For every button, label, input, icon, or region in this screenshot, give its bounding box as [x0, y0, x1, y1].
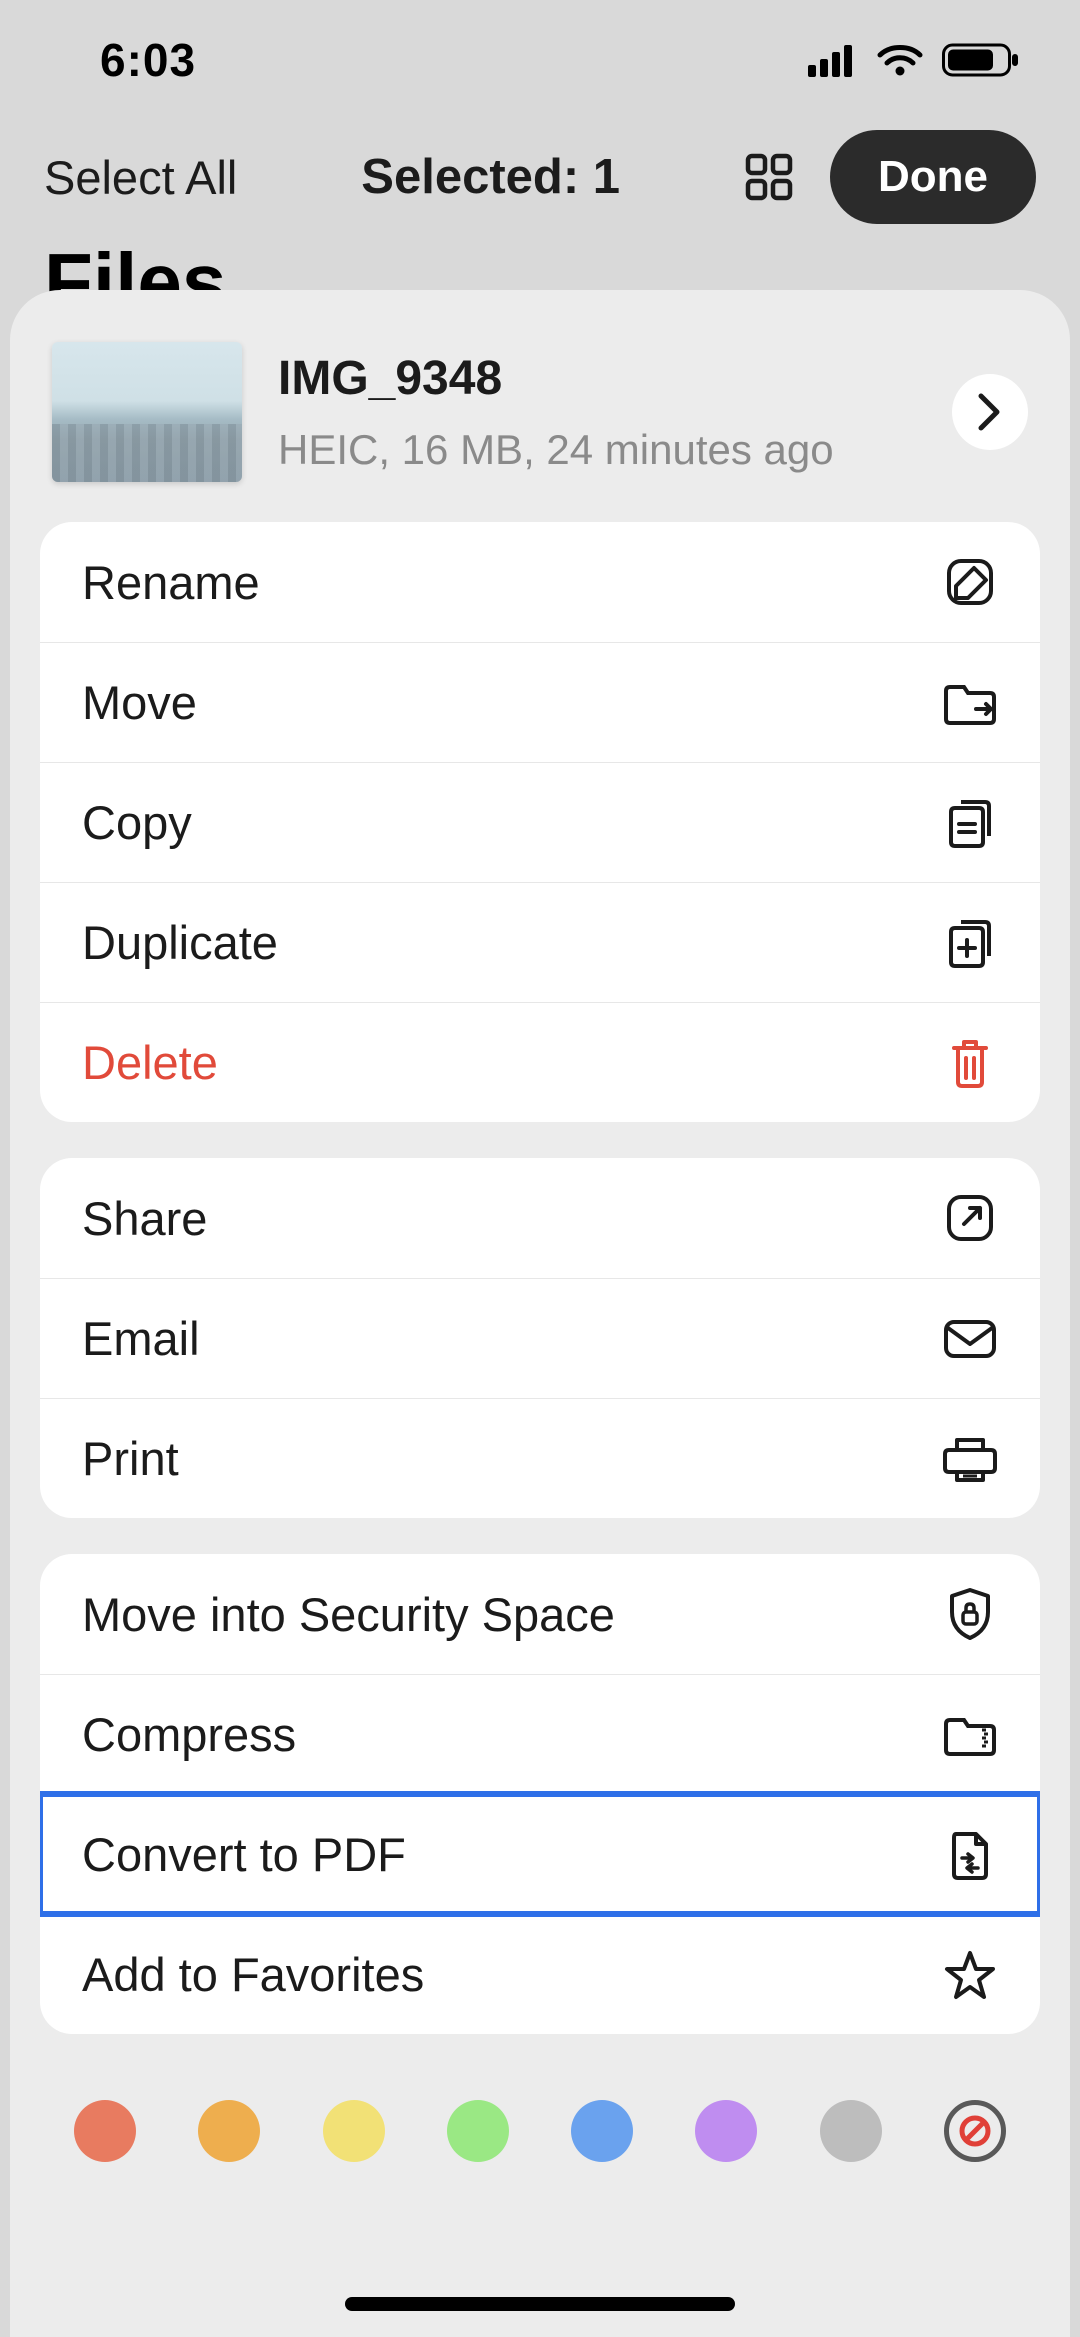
color-tag-row	[40, 2070, 1040, 2162]
move-row[interactable]: Move	[40, 642, 1040, 762]
email-row[interactable]: Email	[40, 1278, 1040, 1398]
printer-icon	[942, 1431, 998, 1487]
rename-label: Rename	[82, 555, 260, 610]
delete-row[interactable]: Delete	[40, 1002, 1040, 1122]
no-symbol-icon	[957, 2113, 993, 2149]
chevron-right-icon	[975, 392, 1005, 432]
status-time: 6:03	[100, 33, 196, 87]
trash-icon	[942, 1035, 998, 1091]
select-all-button[interactable]: Select All	[44, 150, 237, 205]
favorite-row[interactable]: Add to Favorites	[40, 1914, 1040, 2034]
convert-pdf-label: Convert to PDF	[82, 1827, 406, 1882]
move-label: Move	[82, 675, 197, 730]
delete-label: Delete	[82, 1035, 218, 1090]
file-name-label: IMG_9348	[278, 351, 916, 406]
star-icon	[942, 1947, 998, 2003]
file-details-button[interactable]	[952, 374, 1028, 450]
action-sheet: IMG_9348 HEIC, 16 MB, 24 minutes ago Ren…	[10, 290, 1070, 2337]
rename-icon	[942, 554, 998, 610]
rename-row[interactable]: Rename	[40, 522, 1040, 642]
tag-dot-0[interactable]	[74, 2100, 136, 2162]
envelope-icon	[942, 1311, 998, 1367]
convert-pdf-row[interactable]: Convert to PDF	[40, 1794, 1040, 1914]
action-group-share: Share Email Print	[40, 1158, 1040, 1518]
convert-icon	[942, 1827, 998, 1883]
move-icon	[942, 675, 998, 731]
battery-icon	[942, 42, 1020, 78]
shield-lock-icon	[942, 1586, 998, 1642]
tag-clear-button[interactable]	[944, 2100, 1006, 2162]
wifi-icon	[876, 43, 924, 77]
compress-label: Compress	[82, 1707, 296, 1762]
tag-dot-3[interactable]	[447, 2100, 509, 2162]
share-row[interactable]: Share	[40, 1158, 1040, 1278]
print-row[interactable]: Print	[40, 1398, 1040, 1518]
security-space-label: Move into Security Space	[82, 1587, 615, 1642]
done-button[interactable]: Done	[830, 130, 1036, 224]
action-group-extra: Move into Security Space Compress Conver…	[40, 1554, 1040, 2034]
tag-dot-1[interactable]	[198, 2100, 260, 2162]
duplicate-label: Duplicate	[82, 915, 278, 970]
favorite-label: Add to Favorites	[82, 1947, 424, 2002]
status-bar: 6:03	[0, 0, 1080, 120]
security-space-row[interactable]: Move into Security Space	[40, 1554, 1040, 1674]
status-icons	[808, 42, 1020, 78]
copy-label: Copy	[82, 795, 192, 850]
email-label: Email	[82, 1311, 200, 1366]
file-header[interactable]: IMG_9348 HEIC, 16 MB, 24 minutes ago	[40, 336, 1040, 522]
tag-dot-4[interactable]	[571, 2100, 633, 2162]
share-icon	[942, 1190, 998, 1246]
duplicate-row[interactable]: Duplicate	[40, 882, 1040, 1002]
tag-dot-6[interactable]	[820, 2100, 882, 2162]
cellular-icon	[808, 43, 858, 77]
nav-bar: Select All Selected: 1 Done	[0, 120, 1080, 254]
tag-dot-5[interactable]	[695, 2100, 757, 2162]
selected-count-label: Selected: 1	[361, 149, 620, 205]
compress-row[interactable]: Compress	[40, 1674, 1040, 1794]
archive-icon	[942, 1707, 998, 1763]
copy-icon	[942, 795, 998, 851]
file-thumbnail	[52, 342, 242, 482]
action-group-file-ops: Rename Move Copy	[40, 522, 1040, 1122]
copy-row[interactable]: Copy	[40, 762, 1040, 882]
grid-view-icon[interactable]	[744, 152, 794, 202]
home-indicator[interactable]	[345, 2297, 735, 2311]
tag-dot-2[interactable]	[323, 2100, 385, 2162]
print-label: Print	[82, 1431, 179, 1486]
share-label: Share	[82, 1191, 207, 1246]
duplicate-icon	[942, 915, 998, 971]
file-subtitle-label: HEIC, 16 MB, 24 minutes ago	[278, 426, 916, 474]
